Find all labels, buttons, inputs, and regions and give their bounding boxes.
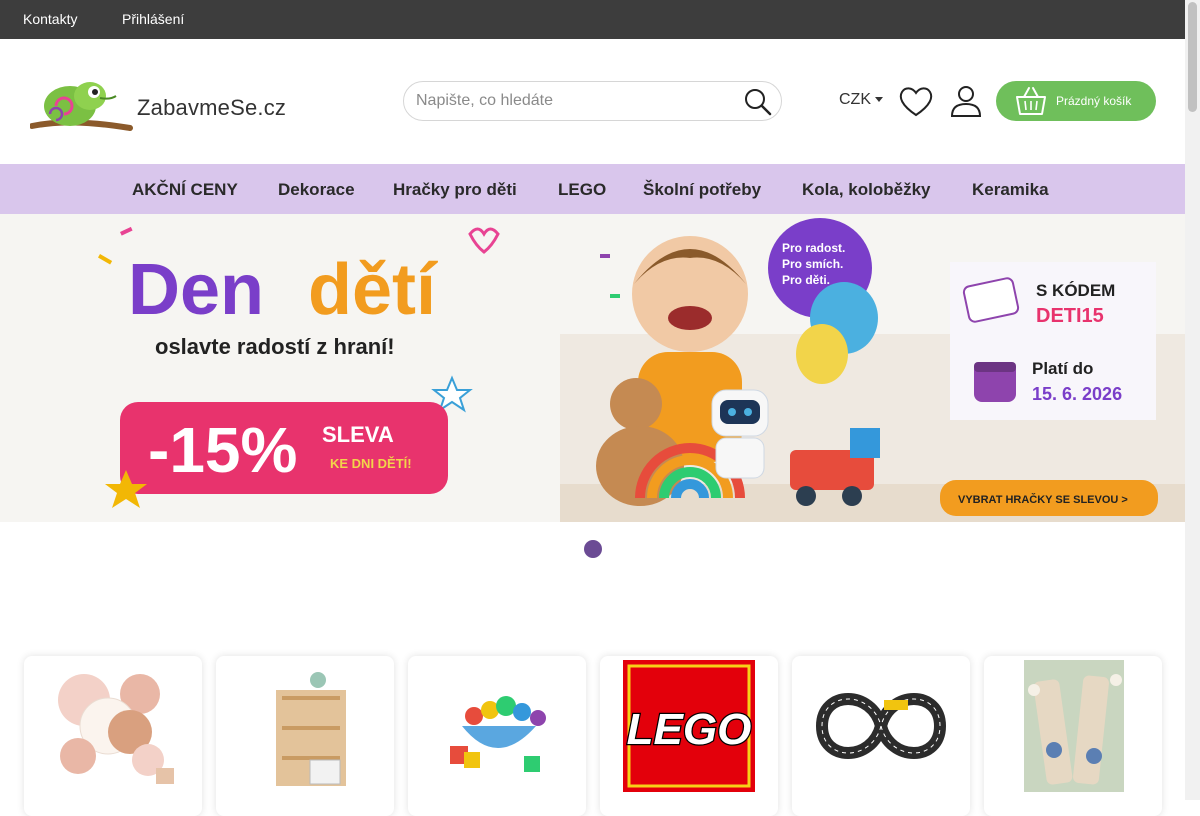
nav-item-dekorace[interactable]: Dekorace [278,180,355,200]
banner-subtitle: oslavte radostí z hraní! [155,334,395,359]
site-logo[interactable]: ZabavmeSe.cz [29,74,286,134]
banner-discount: -15% [148,414,297,486]
contacts-link[interactable]: Kontakty [23,11,77,27]
banner-sleva-sub: KE DNI DĚTÍ! [330,456,412,471]
currency-label: CZK [839,91,871,108]
promo-code: DETI15 [1036,305,1104,327]
banner-cta[interactable]: VYBRAT HRAČKY SE SLEVOU > [958,493,1128,506]
banner-title-den: Den [128,250,264,330]
top-bar: Kontakty Přihlášení [0,0,1185,39]
race-track-image [815,693,947,759]
cart-label: Prázdný košík [1056,94,1132,108]
search-icon[interactable] [743,87,773,117]
chameleon-logo-icon [29,82,133,131]
basket-icon [1016,87,1046,115]
main-nav: AKČNÍ CENY Dekorace Hračky pro děti LEGO… [0,164,1185,214]
valid-label: Platí do [1032,359,1093,378]
user-icon[interactable] [948,83,984,119]
nav-item-lego[interactable]: LEGO [558,180,606,200]
lego-logo-icon: LEGO [623,660,755,792]
ceramic-thermometers-image [1024,660,1124,792]
nav-item-akcni-ceny[interactable]: AKČNÍ CENY [132,180,238,200]
balloon-text-1: Pro radost. [782,241,845,255]
logo-text: ZabavmeSe.cz [137,95,287,120]
category-tile-keramika[interactable] [984,656,1162,816]
chevron-down-icon [875,97,883,103]
heart-icon[interactable] [897,83,935,119]
banner-title-deti: dětí [308,250,438,330]
cart-button[interactable]: Prázdný košík [996,81,1156,121]
nav-item-skolni-potreby[interactable]: Školní potřeby [643,180,761,200]
scrollbar[interactable] [1185,0,1200,800]
code-label: S KÓDEM [1036,281,1115,300]
carousel-dot[interactable] [584,540,602,558]
wooden-house-image [276,672,346,786]
category-tile-dekorace[interactable] [24,656,202,816]
promo-banner[interactable]: Den dětí oslavte radostí z hraní! -15% S… [0,214,1185,522]
nav-item-keramika[interactable]: Keramika [972,180,1049,200]
balloons-decor-image [58,674,174,784]
balance-toy-image [450,696,546,772]
search-input[interactable] [416,91,726,111]
login-link[interactable]: Přihlášení [122,11,184,27]
category-tile-hracky[interactable] [216,656,394,816]
scrollbar-thumb[interactable] [1188,2,1197,112]
balloon-text-3: Pro děti. [782,273,830,287]
nav-item-hracky[interactable]: Hračky pro děti [393,180,517,200]
balloon-text-2: Pro smích. [782,257,843,271]
nav-item-kola[interactable]: Kola, koloběžky [802,180,930,200]
lego-logo-text: LEGO [627,705,752,754]
banner-sleva: SLEVA [322,422,394,447]
category-tile-hry[interactable] [408,656,586,816]
category-tile-autodraha[interactable] [792,656,970,816]
valid-date: 15. 6. 2026 [1032,384,1122,404]
category-tile-lego[interactable]: LEGO [600,656,778,816]
banner-artwork: Den dětí oslavte radostí z hraní! -15% S… [98,218,1185,522]
currency-selector[interactable]: CZK [839,91,883,109]
search-box [403,81,782,121]
